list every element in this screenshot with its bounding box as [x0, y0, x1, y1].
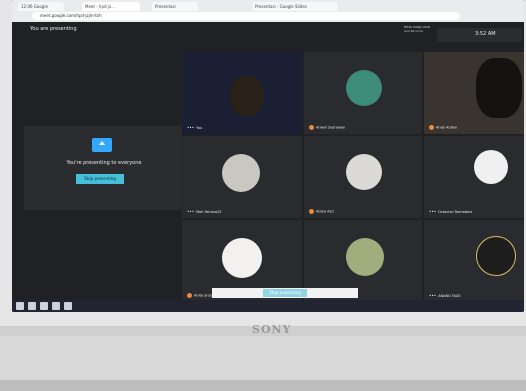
participant-name: ••• ANANG FAIZI — [429, 293, 461, 298]
participant-tile[interactable]: Andy Ardian — [424, 52, 524, 134]
more-dots-icon: ••• — [429, 293, 437, 298]
participant-avatar — [346, 70, 382, 106]
participant-tile[interactable]: ••• ANANG FAIZI — [424, 220, 524, 302]
participant-avatar — [476, 236, 516, 276]
participant-video — [476, 58, 522, 118]
browser-tab[interactable]: Presentasi — [152, 2, 198, 11]
participant-tile[interactable]: ••• You — [182, 52, 302, 134]
taskbar-app-icon[interactable] — [64, 302, 72, 310]
participant-name: Anita anSoi — [187, 293, 214, 298]
participant-tile[interactable]: Anwar Sasrawan — [304, 52, 422, 134]
participant-tile[interactable]: Abdul Aziz — [304, 136, 422, 218]
participant-avatar — [346, 154, 382, 190]
start-icon[interactable] — [16, 302, 24, 310]
browser-tab[interactable]: Presentasi - Google Slides — [252, 2, 338, 11]
more-dots-icon: ••• — [429, 209, 437, 214]
url-bar[interactable]: meet.google.com/hpd-jzjm-toh — [32, 12, 460, 20]
laptop-screen: 12:06 Google Meet - hpd-jz... Presentasi… — [12, 0, 524, 312]
taskbar-app-icon[interactable] — [52, 302, 60, 310]
presenting-panel: You're presenting to everyone Stop prese… — [24, 126, 182, 210]
participants-summary[interactable]: DEWI ZANJU NUR and 46 more — [404, 25, 434, 33]
participant-name: ••• Octavian Ramadani — [429, 209, 473, 214]
participant-name: Abdul Aziz — [309, 209, 334, 214]
participant-tile[interactable]: ••• Octavian Ramadani — [424, 136, 524, 218]
participant-avatar — [222, 238, 262, 278]
meeting-controls-box: 3:52 AM — [437, 28, 522, 42]
brand-logo: SONY — [252, 323, 292, 336]
google-meet-window: You are presenting DEWI ZANJU NUR and 46… — [12, 22, 524, 312]
stop-presenting-bottom-button[interactable]: Stop presenting — [263, 289, 307, 297]
participant-tile[interactable]: ••• Moh Fahriza25 — [182, 136, 302, 218]
os-taskbar — [12, 300, 524, 312]
mic-off-icon — [309, 209, 314, 214]
taskbar-app-icon[interactable] — [28, 302, 36, 310]
taskbar-app-icon[interactable] — [40, 302, 48, 310]
bottom-presenting-bar: Stop presenting — [212, 288, 358, 298]
participant-name: Anwar Sasrawan — [309, 125, 345, 130]
clock: 3:52 AM — [475, 31, 496, 37]
more-dots-icon: ••• — [187, 125, 195, 130]
participant-avatar — [474, 150, 508, 184]
browser-tab[interactable]: Meet - hpd-jz... — [82, 2, 140, 11]
mic-off-icon — [187, 293, 192, 298]
participant-avatar — [222, 154, 260, 192]
participant-avatar — [346, 238, 384, 276]
keyboard-area — [0, 380, 526, 391]
more-dots-icon: ••• — [187, 209, 195, 214]
stop-presenting-button[interactable]: Stop presenting — [76, 174, 124, 184]
presenting-title: You're presenting to everyone — [66, 160, 142, 166]
browser-tab[interactable]: 12:06 Google — [18, 2, 64, 11]
browser-chrome: 12:06 Google Meet - hpd-jz... Presentasi… — [12, 0, 524, 22]
participant-name: ••• You — [187, 125, 203, 130]
present-screen-icon — [92, 138, 112, 152]
mic-off-icon — [429, 125, 434, 130]
mic-off-icon — [309, 125, 314, 130]
presenting-label: You are presenting — [30, 26, 77, 32]
participant-video — [230, 76, 264, 116]
participant-name: ••• Moh Fahriza25 — [187, 209, 222, 214]
participant-name: Andy Ardian — [429, 125, 457, 130]
